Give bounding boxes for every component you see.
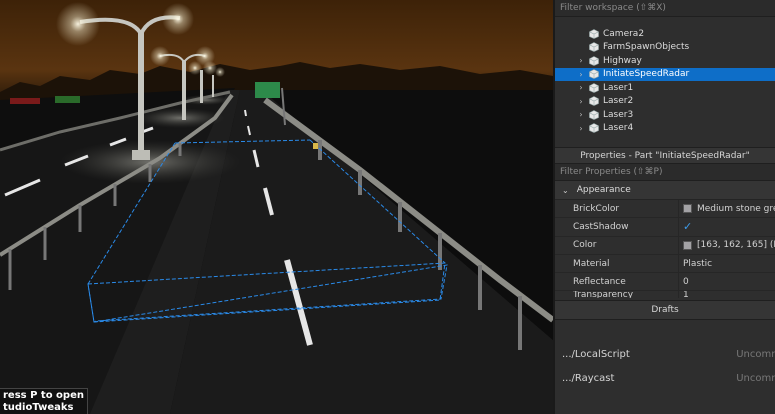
properties-filter-input[interactable]: Filter Properties (⇧⌘P) <box>555 164 775 181</box>
property-row-color[interactable]: Color [163, 162, 165] (Med <box>555 236 775 255</box>
tree-item-laser1[interactable]: › Laser1 <box>555 81 775 95</box>
tree-item-label: Laser2 <box>603 96 634 107</box>
tree-item-label: Laser3 <box>603 109 634 120</box>
property-row-castshadow[interactable]: CastShadow ✓ <box>555 218 775 237</box>
property-row-reflectance[interactable]: Reflectance 0 <box>555 273 775 292</box>
tree-item-laser4[interactable]: › Laser4 <box>555 122 775 136</box>
property-value-text: Plastic <box>683 258 713 269</box>
explorer-tree: ›Camera2›FarmSpawnObjects›Highway›Initia… <box>555 17 775 147</box>
property-value-text: [163, 162, 165] (Med <box>697 240 775 251</box>
property-row-transparency[interactable]: Transparency 1 <box>555 291 775 299</box>
highway-scene <box>0 0 553 414</box>
plugin-tooltip: ress P to open tudioTweaks <box>0 388 88 414</box>
checkbox-checked-icon[interactable]: ✓ <box>683 220 692 233</box>
tree-item-label: Camera2 <box>603 28 645 39</box>
property-value[interactable]: [163, 162, 165] (Med <box>679 237 775 254</box>
color-swatch[interactable] <box>683 204 692 214</box>
section-label: Appearance <box>576 185 631 195</box>
part-icon <box>589 42 599 53</box>
chevron-right-icon[interactable]: › <box>576 124 586 133</box>
color-swatch[interactable] <box>683 240 692 250</box>
tree-item-farmspawnobjects[interactable]: ›FarmSpawnObjects <box>555 41 775 55</box>
highway-sign <box>255 82 280 98</box>
property-name: Reflectance <box>555 273 679 291</box>
draft-item-localscript[interactable]: .../LocalScript Uncomm <box>555 344 775 364</box>
radar-device <box>313 143 318 149</box>
property-value[interactable]: ✓ <box>679 218 775 235</box>
property-value[interactable]: 0 <box>679 273 775 290</box>
part-icon <box>589 28 599 39</box>
property-value-text: Medium stone grey <box>697 203 775 214</box>
property-value-text: 1 <box>683 291 689 299</box>
property-value[interactable]: 1 <box>679 291 775 298</box>
tooltip-line-2: tudioTweaks <box>3 402 74 413</box>
game-viewport[interactable]: ress P to open tudioTweaks <box>0 0 553 414</box>
draft-name: .../Raycast <box>562 372 615 384</box>
draft-item-raycast[interactable]: .../Raycast Uncomm <box>555 368 775 388</box>
tree-item-label: Laser1 <box>603 82 634 93</box>
tree-row-partial-top <box>555 17 775 27</box>
draft-status: Uncomm <box>736 348 775 360</box>
property-name: BrickColor <box>555 200 679 218</box>
part-icon <box>589 109 599 120</box>
side-panel: Filter workspace (⇧⌘X) ›Camera2›FarmSpaw… <box>553 0 775 414</box>
draft-status: Uncomm <box>736 372 775 384</box>
tree-item-laser3[interactable]: › Laser3 <box>555 108 775 122</box>
part-icon <box>589 123 599 134</box>
distant-vehicle <box>10 98 40 104</box>
chevron-right-icon[interactable]: › <box>576 70 586 79</box>
tree-item-label: Highway <box>603 55 642 66</box>
property-name: CastShadow <box>555 218 679 236</box>
tree-item-laser2[interactable]: › Laser2 <box>555 95 775 109</box>
property-value[interactable]: Medium stone grey <box>679 200 775 217</box>
tree-item-label: InitiateSpeedRadar <box>603 69 690 80</box>
part-icon <box>589 55 599 66</box>
workspace-filter-input[interactable]: Filter workspace (⇧⌘X) <box>555 0 775 17</box>
chevron-right-icon[interactable]: › <box>576 110 586 119</box>
tree-item-highway[interactable]: › Highway <box>555 54 775 68</box>
tree-item-initiatespeedradar[interactable]: › InitiateSpeedRadar <box>555 67 775 81</box>
tooltip-line-1: ress P to open <box>3 390 84 401</box>
distant-vehicle-2 <box>55 96 80 103</box>
drafts-header: Drafts <box>555 300 775 320</box>
appearance-section-header[interactable]: ⌄ Appearance <box>555 181 775 200</box>
property-name: Color <box>555 236 679 254</box>
tree-item-label: FarmSpawnObjects <box>603 42 690 53</box>
chevron-down-icon: ⌄ <box>562 185 569 195</box>
part-icon <box>589 69 599 80</box>
property-name: Transparency <box>555 291 679 299</box>
draft-name: .../LocalScript <box>562 348 630 360</box>
part-icon <box>589 82 599 93</box>
chevron-right-icon[interactable]: › <box>576 56 586 65</box>
property-value[interactable]: Plastic <box>679 255 775 272</box>
property-row-brickcolor[interactable]: BrickColor Medium stone grey <box>555 200 775 219</box>
property-name: Material <box>555 254 679 273</box>
property-row-material[interactable]: Material Plastic <box>555 254 775 274</box>
chevron-right-icon[interactable]: › <box>576 83 586 92</box>
tree-item-camera2[interactable]: ›Camera2 <box>555 27 775 41</box>
part-icon <box>589 96 599 107</box>
property-grid: BrickColor Medium stone grey CastShadow ✓ Co… <box>555 200 775 299</box>
chevron-right-icon[interactable]: › <box>576 97 586 106</box>
properties-title: Properties - Part "InitiateSpeedRadar" <box>555 147 775 164</box>
property-value-text: 0 <box>683 276 689 287</box>
tree-item-label: Laser4 <box>603 123 634 134</box>
